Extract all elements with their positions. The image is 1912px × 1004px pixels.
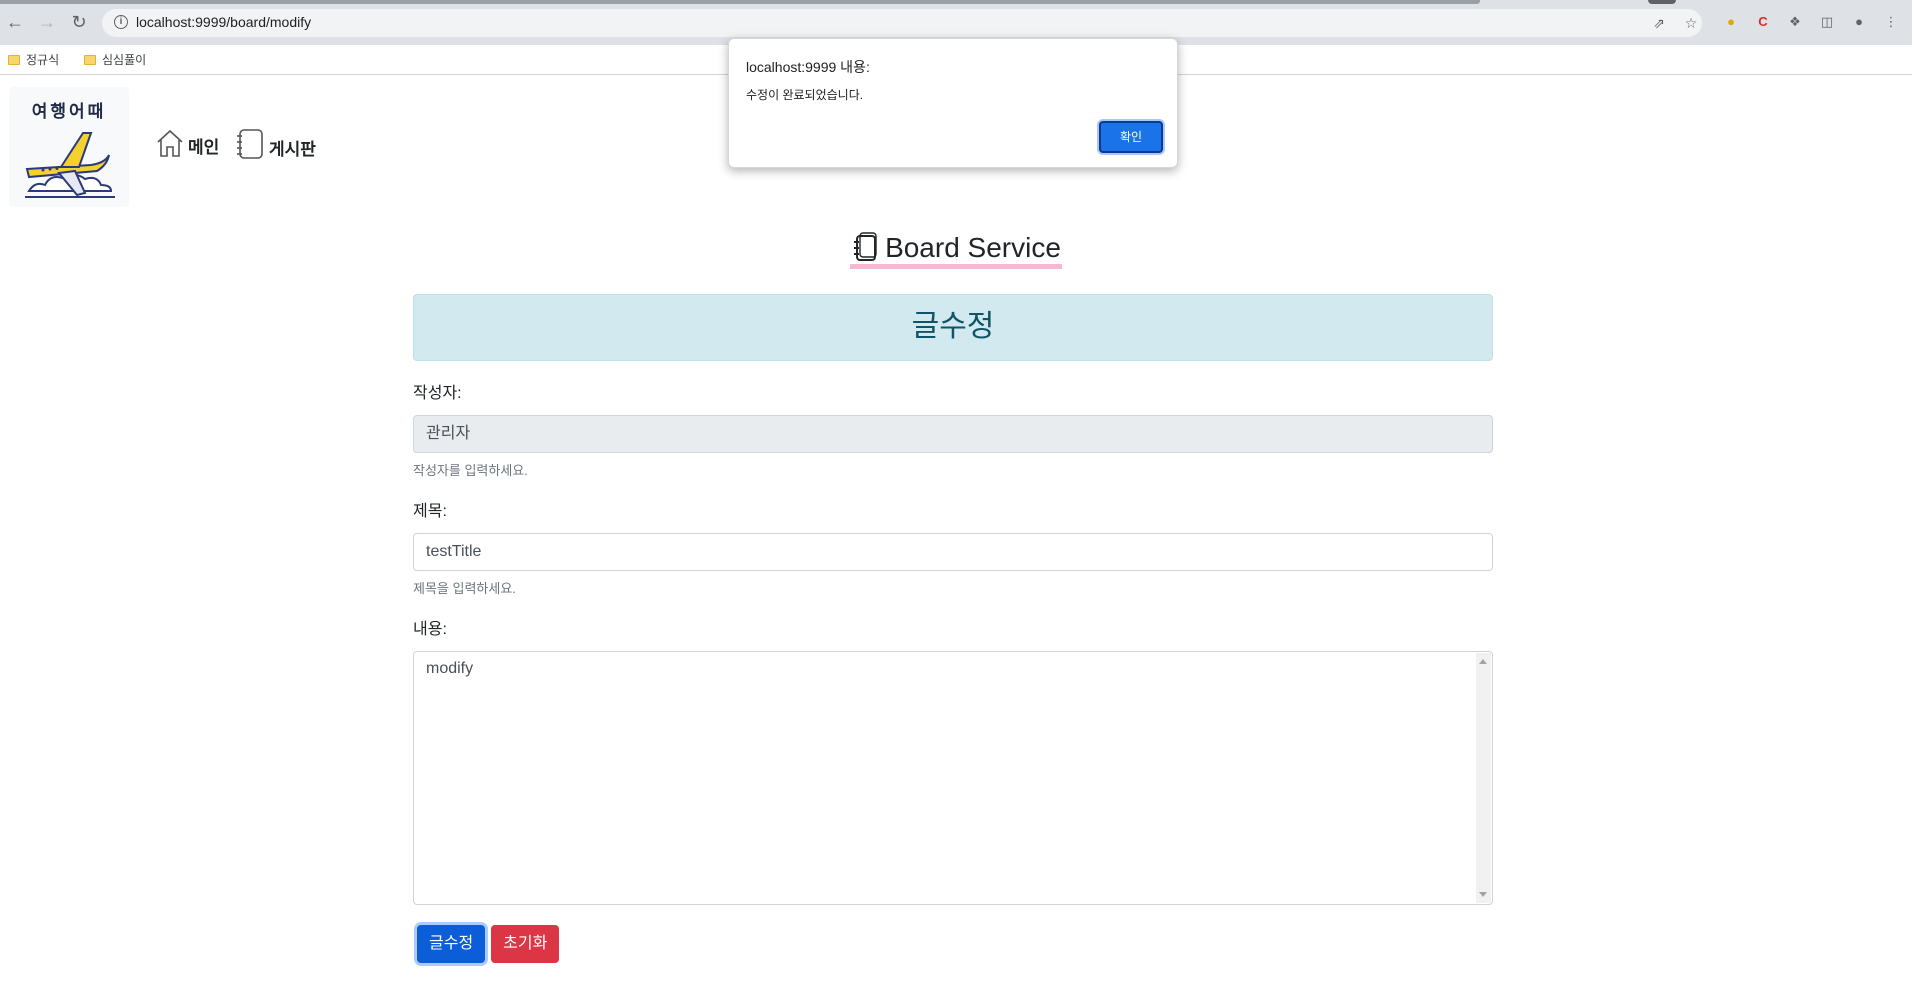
logo-text: 여행어때 [31,102,107,121]
extension-c-icon[interactable]: C [1754,13,1772,31]
alert-dialog: localhost:9999 내용: 수정이 완료되었습니다. 확인 [728,38,1178,168]
folder-icon [84,54,96,65]
tab-strip [0,0,1480,4]
nav-board-link[interactable]: 게시판 [235,128,316,160]
scroll-down-icon[interactable] [1479,892,1487,897]
site-info-icon[interactable]: i [114,15,128,29]
title-help-text: 제목을 입력하세요. [413,581,516,596]
bookmark-label: 정규식 [26,53,60,67]
folder-icon [8,54,20,65]
home-icon [157,129,183,157]
menu-dots-icon[interactable]: ⋮ [1882,13,1900,31]
content-textarea[interactable]: modify [413,651,1493,905]
writer-label: 작성자: [413,385,462,402]
tab-indicator [1648,0,1676,4]
profile-icon[interactable]: ● [1850,13,1868,31]
back-icon[interactable]: ← [4,11,26,33]
site-logo[interactable]: 여행어때 [9,87,129,207]
scroll-up-icon[interactable] [1479,659,1487,664]
dialog-message: 수정이 완료되었습니다. [746,88,864,102]
form-actions: 글수정 초기화 [413,925,1493,963]
bookmark-folder[interactable]: 심심풀이 [84,51,146,68]
airplane-logo-icon [25,132,115,198]
textarea-scrollbar[interactable] [1476,653,1491,903]
address-bar[interactable]: i localhost:9999/board/modify ⇗ ☆ [102,9,1702,37]
bookmark-label: 심심풀이 [102,53,147,67]
forward-icon[interactable]: → [36,11,58,33]
reset-button[interactable]: 초기화 [491,925,560,963]
share-icon[interactable]: ⇗ [1650,14,1668,32]
notebook-icon [237,129,263,159]
page-header: 글수정 [413,294,1493,361]
writer-help-text: 작성자를 입력하세요. [413,463,528,478]
title-label: 제목: [413,503,447,520]
puzzle-icon[interactable]: ❖ [1786,13,1804,31]
content-label: 내용: [413,621,447,638]
content-text: modify [426,660,474,677]
title-field[interactable]: testTitle [413,533,1493,571]
notebook-icon [854,232,877,261]
side-panel-icon[interactable]: ◫ [1818,13,1836,31]
nav-board-label: 게시판 [269,140,316,159]
dialog-ok-button[interactable]: 확인 [1099,121,1163,153]
dialog-title: localhost:9999 내용: [746,59,870,75]
url-text: localhost:9999/board/modify [136,14,312,30]
reload-icon[interactable]: ↻ [68,11,90,33]
bookmark-folder[interactable]: 정규식 [8,51,59,68]
bookmark-star-icon[interactable]: ☆ [1682,14,1700,32]
writer-field[interactable]: 관리자 [413,415,1493,453]
nav-main-link[interactable]: 메인 [156,128,219,158]
board-title: Board Service [0,232,1912,269]
modify-form: 글수정 작성자: 관리자 작성자를 입력하세요. 제목: testTitle 제… [413,294,1493,963]
extension-icon[interactable]: ● [1722,13,1740,31]
submit-modify-button[interactable]: 글수정 [417,925,486,963]
nav-main-label: 메인 [188,138,220,157]
board-title-text: Board Service [885,232,1061,263]
